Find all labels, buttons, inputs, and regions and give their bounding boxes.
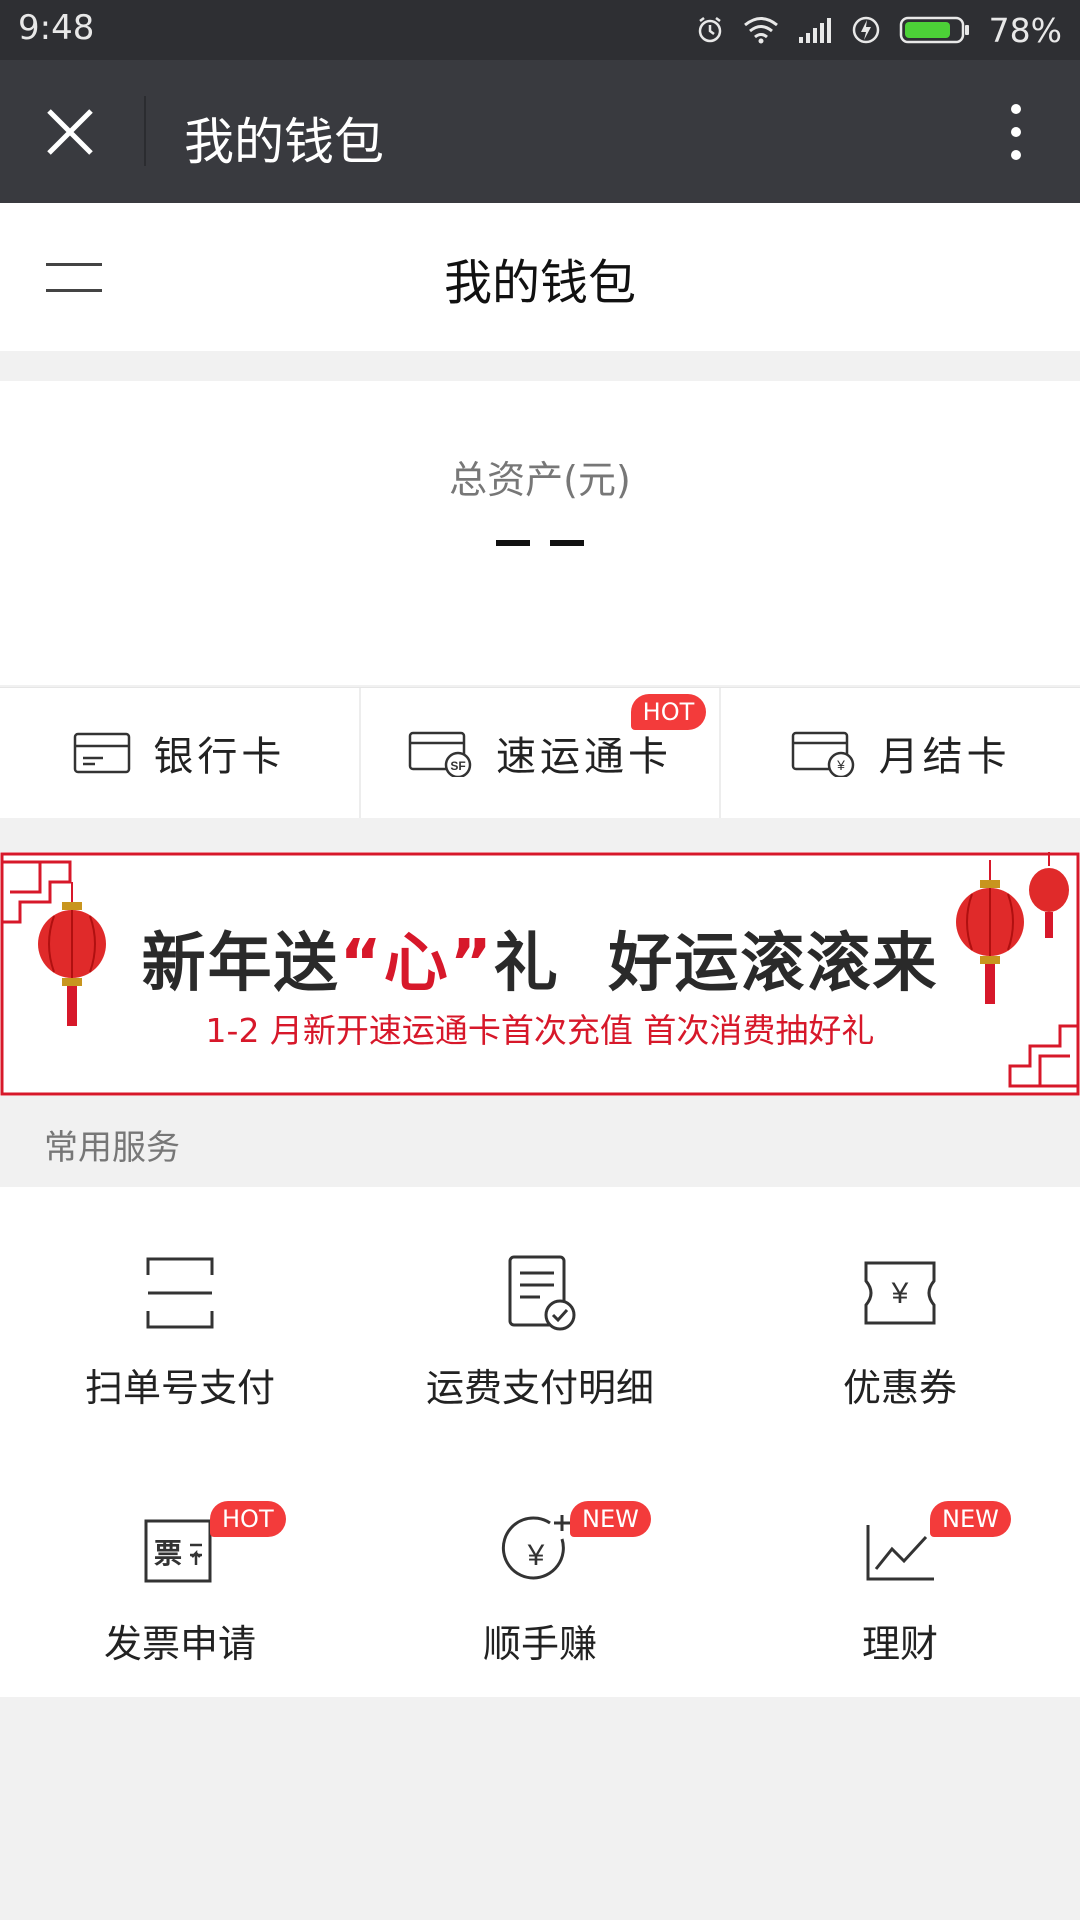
title-divider [144,96,146,166]
signal-icon [798,18,831,43]
status-icons: 78% [695,8,1062,52]
alarm-icon [698,17,721,43]
battery-icon [899,16,969,44]
receipt-check-icon [508,1255,576,1331]
charging-icon [852,16,879,44]
close-icon [47,109,93,155]
battery-percent: 78% [988,10,1062,50]
banner-headline-accent: “心” [339,927,494,1001]
services-panel: 扫单号支付 运费支付明细 ¥ 优惠券 票 HOT 发票申请 ¥ NEW 顺手赚 … [0,1187,1080,1697]
freight-details-label: 运费支付明细 [425,1366,654,1410]
scan-pay-button[interactable]: 扫单号支付 [0,1253,360,1463]
close-button[interactable] [34,96,106,168]
monthly-card-label: 月结卡 [878,734,1011,780]
svg-text:票: 票 [154,1537,182,1570]
sf-card-button[interactable]: SF 速运通卡 HOT [358,688,720,818]
scan-icon [146,1257,214,1329]
total-assets-value: – – [0,531,1080,550]
freight-details-button[interactable]: 运费支付明细 [360,1253,720,1463]
chart-trend-icon [866,1525,934,1581]
scan-pay-label: 扫单号支付 [84,1366,275,1410]
hot-badge: HOT [210,1501,286,1537]
more-vertical-icon [1011,104,1021,160]
coupon-button[interactable]: ¥ 优惠券 [720,1253,1080,1463]
window-title: 我的钱包 [184,113,384,171]
hot-badge: HOT [630,694,707,730]
status-bar: 9:48 78% [0,0,1080,60]
cards-row: 银行卡 SF 速运通卡 HOT ¥ 月结卡 [0,687,1080,818]
sf-card-label: 速运通卡 [496,734,672,780]
status-time: 9:48 [18,8,95,48]
page-header: 我的钱包 [0,203,1080,351]
svg-text:¥: ¥ [527,1539,545,1572]
new-badge: NEW [570,1501,651,1537]
services-title: 常用服务 [44,1128,180,1168]
svg-text:¥: ¥ [836,757,845,773]
earn-button[interactable]: ¥ NEW 顺手赚 [360,1501,720,1719]
invoice-label: 发票申请 [103,1622,256,1666]
yuan-plus-icon: ¥ [501,1515,570,1580]
svg-text:SF: SF [450,759,465,773]
earn-label: 顺手赚 [482,1622,597,1666]
coupon-label: 优惠券 [842,1366,957,1410]
sf-card-icon: SF [408,731,472,777]
promo-banner[interactable]: 新年送“心”礼 好运滚滚来 1-2 月新开速运通卡首次充值 首次消费抽好礼 [0,852,1080,1096]
invoice-button[interactable]: 票 HOT 发票申请 [0,1501,360,1719]
assets-dash [496,540,530,546]
total-assets-panel: 总资产(元) – – [0,381,1080,685]
bank-card-button[interactable]: 银行卡 [0,688,359,818]
bank-card-icon [74,732,131,774]
monthly-card-button[interactable]: ¥ 月结卡 [719,688,1080,818]
banner-headline: 新年送“心”礼 好运滚滚来 [0,912,1080,1004]
coupon-icon: ¥ [864,1261,936,1325]
banner-headline-part: 礼 好运滚滚来 [493,927,939,1001]
banner-subtitle: 1-2 月新开速运通卡首次充值 首次消费抽好礼 [205,1011,875,1050]
svg-text:¥: ¥ [891,1277,909,1310]
monthly-card-icon: ¥ [791,731,854,777]
title-bar: 我的钱包 [0,60,1080,203]
services-header: 常用服务 [0,1096,1080,1186]
invoice-icon: 票 [144,1519,212,1583]
finance-button[interactable]: NEW 理财 [720,1501,1080,1719]
total-assets-label: 总资产(元) [449,458,631,502]
wifi-icon [743,17,778,44]
bank-card-label: 银行卡 [153,734,286,780]
assets-dash [550,540,584,546]
new-badge: NEW [930,1501,1011,1537]
page-title: 我的钱包 [443,255,636,311]
banner-headline-part: 新年送 [141,927,340,1001]
more-options-button[interactable] [986,96,1046,168]
finance-label: 理财 [861,1622,938,1666]
